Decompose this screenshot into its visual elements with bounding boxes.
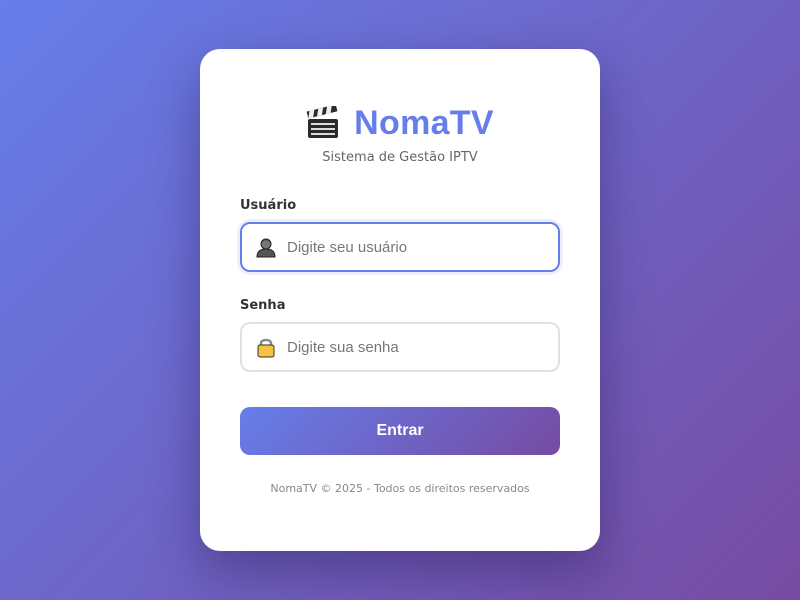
copyright-footer: NomaTV © 2025 - Todos os direitos reserv…: [270, 482, 530, 495]
login-button[interactable]: Entrar: [240, 407, 560, 455]
login-card: NomaTV Sistema de Gestão IPTV Usuário Se…: [200, 49, 600, 551]
brand-header: NomaTV: [240, 103, 560, 143]
username-input[interactable]: [240, 222, 560, 272]
username-label: Usuário: [240, 198, 297, 213]
login-form: Usuário Senha Entrar: [240, 198, 560, 455]
user-icon: [256, 238, 276, 258]
brand-name: NomaTV: [354, 103, 494, 142]
clapper-board-icon: [306, 106, 339, 138]
username-field-wrapper: [240, 222, 560, 272]
lock-icon: [257, 338, 275, 358]
password-field-wrapper: [240, 322, 560, 372]
brand-subtitle: Sistema de Gestão IPTV: [322, 150, 478, 165]
password-label: Senha: [240, 298, 286, 313]
password-input[interactable]: [240, 322, 560, 372]
